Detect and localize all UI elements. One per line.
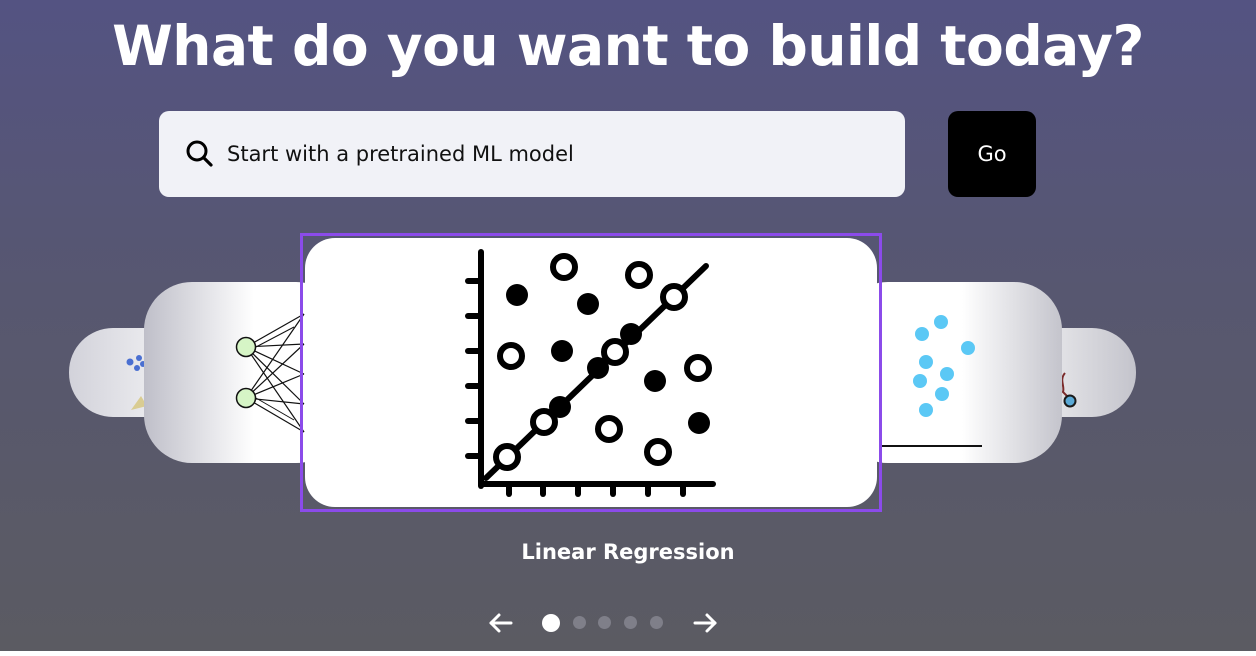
carousel-dot-4[interactable]	[624, 616, 637, 629]
carousel-prev-button[interactable]	[486, 608, 516, 638]
carousel-card-linear-regression[interactable]	[300, 233, 882, 512]
search-input-value: Start with a pretrained ML model	[227, 142, 574, 166]
carousel-dot-3[interactable]	[598, 616, 611, 629]
arrow-right-icon	[693, 613, 717, 633]
linear-regression-illustration	[465, 249, 716, 497]
carousel-next-button[interactable]	[690, 608, 720, 638]
carousel-card-title: Linear Regression	[521, 540, 735, 564]
search-input[interactable]: Start with a pretrained ML model	[159, 111, 905, 197]
card-active-panel	[305, 238, 877, 507]
carousel-dot-1[interactable]	[542, 614, 560, 632]
page-bottom-edge	[0, 651, 1256, 656]
search-icon	[185, 139, 215, 169]
carousel-dot-5[interactable]	[650, 616, 663, 629]
go-button[interactable]: Go	[948, 111, 1036, 197]
page-title: What do you want to build today?	[112, 14, 1144, 78]
hero-section: What do you want to build today? Start w…	[0, 0, 1256, 651]
arrow-left-icon	[489, 613, 513, 633]
carousel-dot-2[interactable]	[573, 616, 586, 629]
